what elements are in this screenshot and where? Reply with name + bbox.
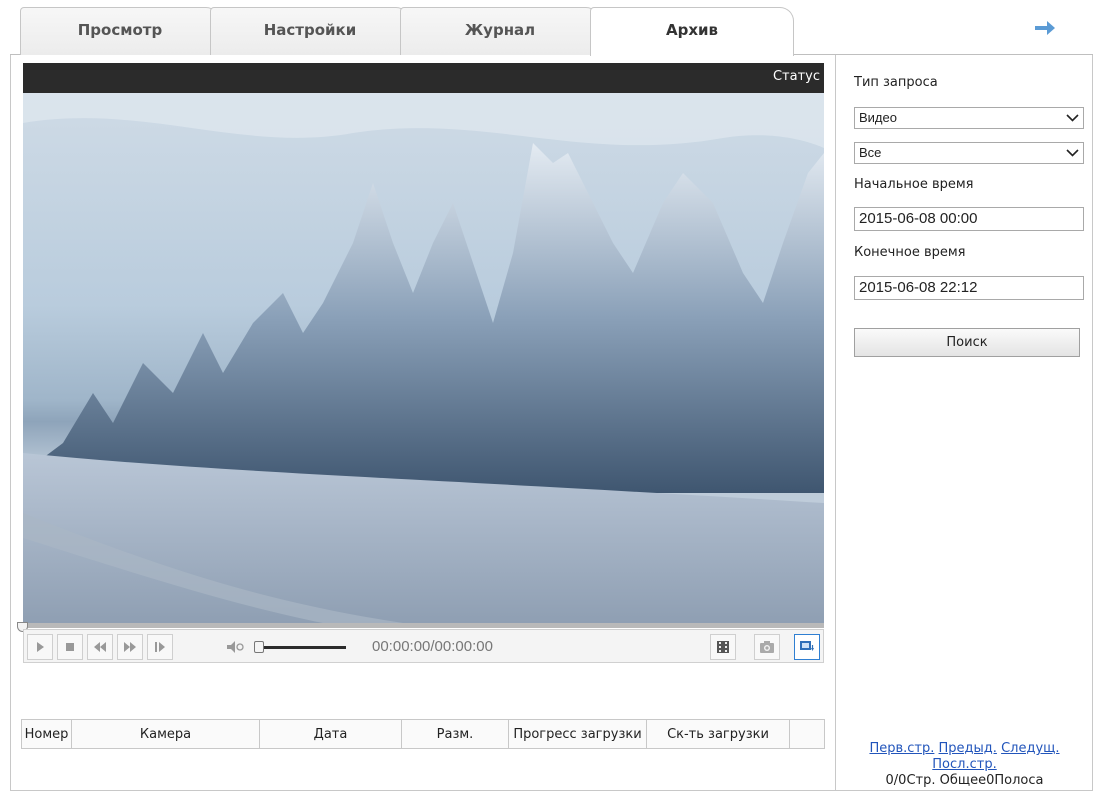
fast-forward-icon [124,642,136,652]
column-camera: Камера [71,719,260,749]
end-time-label: Конечное время [854,245,966,260]
filter-select[interactable]: Все [854,142,1084,164]
seek-bar[interactable] [17,622,824,632]
chevron-down-icon [1066,114,1079,122]
snowy-forest-frame [23,93,824,623]
pagination-links: Перв.стр. Предыд. Следущ. [836,741,1093,757]
volume-icon[interactable] [226,640,244,654]
page-info: 0/0Стр. Общее0Полоса [885,773,1044,788]
first-page-link[interactable]: Перв.стр. [869,741,934,756]
pagination: Перв.стр. Предыд. Следущ. Посл.стр. 0/0С… [836,741,1093,789]
search-panel: Тип запроса Видео Все Начальное время 20… [836,55,1093,791]
download-icon [800,641,814,651]
arrow-right-icon[interactable] [1033,18,1057,38]
volume-slider[interactable] [254,638,346,656]
tab-view[interactable]: Просмотр [20,7,220,55]
status-label: Статус [772,69,820,84]
query-type-label: Тип запроса [854,75,938,90]
chevron-down-icon [1066,149,1079,157]
status-bar: Статус [23,63,824,93]
start-time-label: Начальное время [854,177,974,192]
column-download-progress: Прогресс загрузки [508,719,647,749]
end-time-field[interactable]: 2015-06-08 22:12 [854,276,1084,300]
rewind-button[interactable] [87,634,113,660]
rewind-icon [94,642,106,652]
play-button[interactable] [27,634,53,660]
playback-controls: 00:00:00/00:00:00 [23,629,824,663]
column-download-speed: Ск-ть загрузки [646,719,790,749]
playback-panel: Статус 00:00:00/00:00:00 Номер Камера Да… [10,55,836,791]
camera-snapshot-icon [760,641,774,653]
tab-archive[interactable]: Архив [590,7,794,56]
next-page-link[interactable]: Следущ. [1001,741,1059,756]
column-size: Разм. [401,719,509,749]
column-date: Дата [259,719,402,749]
volume-handle[interactable] [254,641,264,653]
filter-select-value: Все [859,145,882,160]
last-page-link[interactable]: Посл.стр. [932,757,996,772]
tab-bar: Просмотр Настройки Журнал Архив [0,0,1103,56]
column-number: Номер [21,719,72,749]
search-button[interactable]: Поиск [854,328,1080,357]
filmstrip-icon [717,641,729,653]
results-table: Номер Камера Дата Разм. Прогресс загрузк… [21,719,825,749]
start-time-field[interactable]: 2015-06-08 00:00 [854,207,1084,231]
type-select[interactable]: Видео [854,107,1084,129]
step-frame-button[interactable] [147,634,173,660]
download-button[interactable] [794,634,820,660]
stop-icon [66,643,74,651]
step-frame-icon [155,642,165,652]
timecode: 00:00:00/00:00:00 [372,638,493,655]
type-select-value: Видео [859,110,897,125]
play-icon [37,642,44,652]
prev-page-link[interactable]: Предыд. [939,741,997,756]
video-viewport[interactable] [23,93,824,623]
filmstrip-button[interactable] [710,634,736,660]
volume-track [254,646,346,649]
snapshot-button[interactable] [754,634,780,660]
fast-forward-button[interactable] [117,634,143,660]
column-extra [789,719,825,749]
stop-button[interactable] [57,634,83,660]
tab-log[interactable]: Журнал [400,7,600,55]
results-header-row: Номер Камера Дата Разм. Прогресс загрузк… [21,719,825,749]
tab-settings[interactable]: Настройки [210,7,410,55]
